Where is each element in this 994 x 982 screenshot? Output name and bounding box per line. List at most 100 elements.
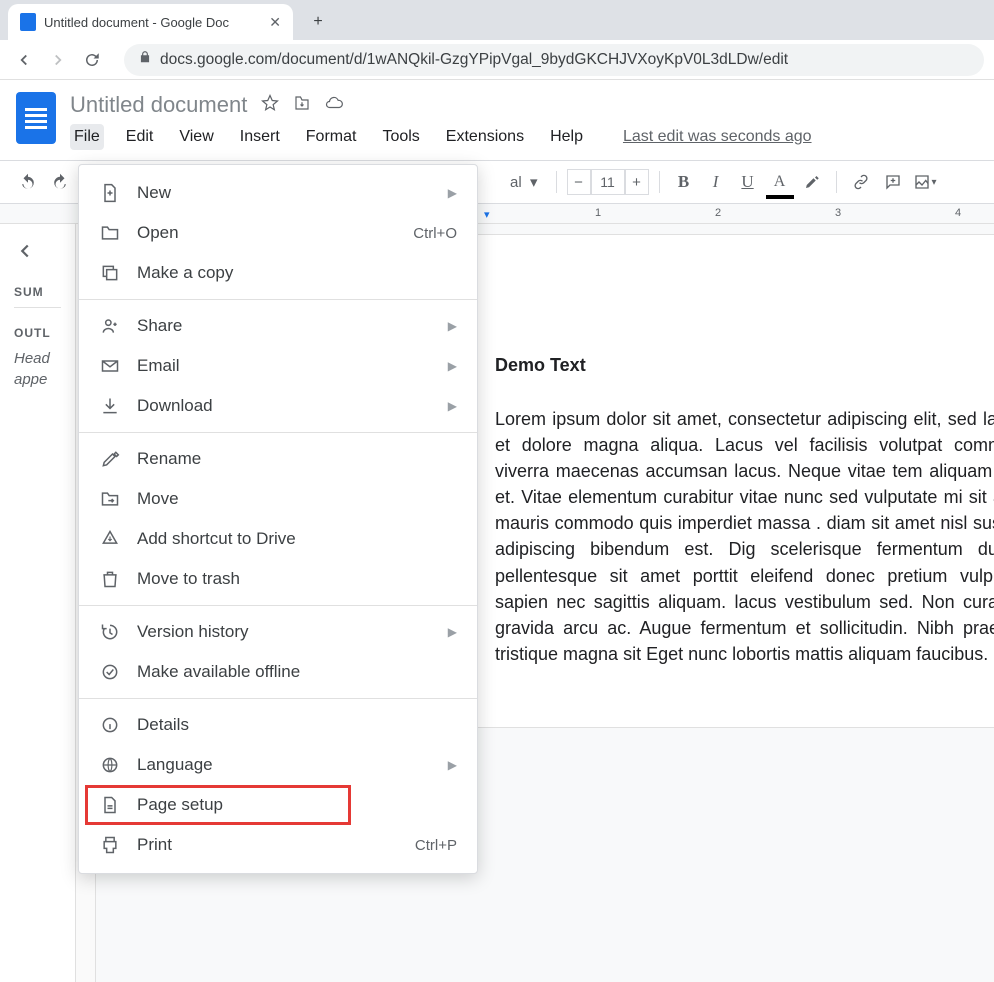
text-color-button[interactable]: A (766, 168, 794, 196)
label: Open (137, 223, 179, 243)
menu-item-move[interactable]: Move (79, 479, 477, 519)
mail-icon (99, 356, 121, 376)
shortcut: Ctrl+P (415, 837, 457, 854)
ruler-tick: 2 (715, 207, 721, 219)
label: Move (137, 489, 179, 509)
docs-favicon (20, 13, 36, 31)
rename-icon (99, 449, 121, 469)
outline-panel: SUM OUTL Head appe (0, 224, 76, 982)
menu-format[interactable]: Format (302, 124, 361, 150)
label: Make a copy (137, 263, 233, 283)
star-icon[interactable] (261, 94, 279, 117)
menu-separator (79, 432, 477, 433)
outline-heading: OUTL (14, 326, 61, 340)
label: New (137, 183, 171, 203)
label: Language (137, 755, 213, 775)
summary-heading: SUM (14, 285, 61, 299)
font-size-decrease[interactable]: − (567, 169, 591, 195)
menu-separator (79, 698, 477, 699)
menu-insert[interactable]: Insert (236, 124, 284, 150)
menu-item-move-to-trash[interactable]: Move to trash (79, 559, 477, 599)
menu-item-rename[interactable]: Rename (79, 439, 477, 479)
menu-edit[interactable]: Edit (122, 124, 158, 150)
menu-item-share[interactable]: Share ▶ (79, 306, 477, 346)
menu-item-add-shortcut[interactable]: Add shortcut to Drive (79, 519, 477, 559)
italic-button[interactable]: I (702, 168, 730, 196)
highlight-button[interactable] (798, 168, 826, 196)
history-icon (99, 622, 121, 642)
submenu-arrow-icon: ▶ (448, 399, 457, 413)
ruler-tick: 3 (835, 207, 841, 219)
document-title[interactable]: Untitled document (70, 92, 247, 118)
submenu-arrow-icon: ▶ (448, 186, 457, 200)
label: Print (137, 835, 172, 855)
submenu-arrow-icon: ▶ (448, 319, 457, 333)
menu-item-page-setup[interactable]: Page setup (79, 785, 477, 825)
label: Add shortcut to Drive (137, 529, 296, 549)
copy-icon (99, 263, 121, 283)
address-bar[interactable]: docs.google.com/document/d/1wANQkil-GzgY… (124, 44, 984, 76)
forward-button[interactable] (44, 46, 72, 74)
menu-item-email[interactable]: Email ▶ (79, 346, 477, 386)
last-edit-link[interactable]: Last edit was seconds ago (623, 128, 812, 146)
menu-tools[interactable]: Tools (378, 124, 423, 150)
label: Share (137, 316, 182, 336)
label: Email (137, 356, 180, 376)
document-page[interactable]: Demo Text Lorem ipsum dolor sit amet, co… (476, 234, 994, 728)
menu-extensions[interactable]: Extensions (442, 124, 528, 150)
undo-button[interactable] (14, 168, 42, 196)
tab-title: Untitled document - Google Doc (44, 15, 229, 30)
indent-marker-icon[interactable]: ▾ (484, 208, 490, 221)
new-tab-button[interactable]: + (303, 7, 333, 37)
menu-file[interactable]: File (70, 124, 104, 150)
docs-header: Untitled document File Edit View Insert … (0, 80, 994, 150)
menu-separator (79, 299, 477, 300)
print-icon (99, 835, 121, 855)
menu-item-download[interactable]: Download ▶ (79, 386, 477, 426)
menu-item-make-copy[interactable]: Make a copy (79, 253, 477, 293)
insert-link-button[interactable] (847, 168, 875, 196)
bold-button[interactable]: B (670, 168, 698, 196)
font-size-increase[interactable]: + (625, 169, 649, 195)
add-comment-button[interactable] (879, 168, 907, 196)
move-icon[interactable] (293, 94, 311, 117)
browser-tab-strip: Untitled document - Google Doc ✕ + (0, 0, 994, 40)
outline-collapse-button[interactable] (14, 240, 61, 267)
doc-heading-text[interactable]: Demo Text (495, 355, 994, 376)
docs-logo-icon[interactable] (16, 92, 56, 144)
toolbar-separator (556, 171, 557, 193)
menu-item-version-history[interactable]: Version history ▶ (79, 612, 477, 652)
toolbar-separator (836, 171, 837, 193)
cloud-status-icon[interactable] (325, 94, 343, 117)
menu-item-open[interactable]: Open Ctrl+O (79, 213, 477, 253)
ruler-tick: 1 (595, 207, 601, 219)
folder-move-icon (99, 489, 121, 509)
menu-item-new[interactable]: New ▶ (79, 173, 477, 213)
menu-item-offline[interactable]: Make available offline (79, 652, 477, 692)
submenu-arrow-icon: ▶ (448, 625, 457, 639)
font-family-dropdown[interactable]: al▾ (502, 173, 546, 191)
font-size-input[interactable]: 11 (591, 169, 625, 195)
info-icon (99, 715, 121, 735)
menu-item-print[interactable]: Print Ctrl+P (79, 825, 477, 865)
label: Version history (137, 622, 249, 642)
doc-body-text[interactable]: Lorem ipsum dolor sit amet, consectetur … (495, 406, 994, 667)
label: Rename (137, 449, 201, 469)
reload-button[interactable] (78, 46, 106, 74)
back-button[interactable] (10, 46, 38, 74)
menu-item-details[interactable]: Details (79, 705, 477, 745)
menu-view[interactable]: View (175, 124, 217, 150)
menu-item-language[interactable]: Language ▶ (79, 745, 477, 785)
label: Make available offline (137, 662, 300, 682)
menu-help[interactable]: Help (546, 124, 587, 150)
label: Download (137, 396, 213, 416)
submenu-arrow-icon: ▶ (448, 758, 457, 772)
underline-button[interactable]: U (734, 168, 762, 196)
redo-button[interactable] (46, 168, 74, 196)
close-tab-icon[interactable]: ✕ (269, 14, 281, 31)
globe-icon (99, 755, 121, 775)
browser-tab[interactable]: Untitled document - Google Doc ✕ (8, 4, 293, 40)
download-icon (99, 396, 121, 416)
insert-image-button[interactable]: ▾ (911, 168, 939, 196)
label: Page setup (137, 795, 223, 815)
